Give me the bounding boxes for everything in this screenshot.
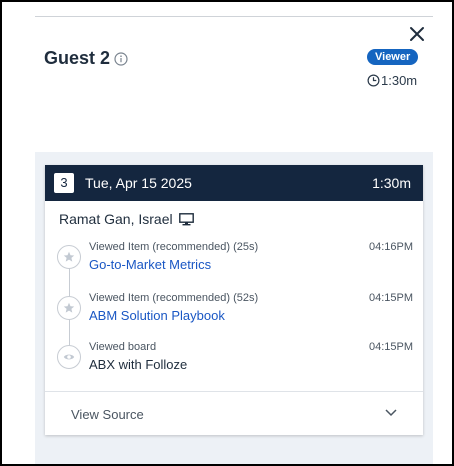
guest-name: Guest 2 xyxy=(44,48,111,68)
total-time: 1:30m xyxy=(367,73,417,88)
clock-icon xyxy=(367,74,380,87)
activity-type: Viewed Item (recommended) (25s) xyxy=(89,241,259,253)
activity-type: Viewed board xyxy=(89,341,157,353)
session-header: 3 Tue, Apr 15 2025 1:30m xyxy=(45,165,423,201)
desktop-icon xyxy=(178,212,194,225)
star-icon xyxy=(63,251,75,262)
activity-node xyxy=(57,245,81,269)
activity-item: Viewed Item (recommended) (52s) ABM Solu… xyxy=(57,292,413,332)
chevron-down-icon xyxy=(385,409,397,417)
location-text: Ramat Gan, Israel xyxy=(59,211,173,227)
role-badge: Viewer xyxy=(367,49,419,65)
view-source-toggle[interactable]: View Source xyxy=(45,392,423,435)
star-icon xyxy=(63,302,75,313)
session-card: 3 Tue, Apr 15 2025 1:30m Ramat Gan, Isra… xyxy=(45,165,423,435)
activity-title: ABX with Folloze xyxy=(89,357,188,372)
activity-node xyxy=(57,345,81,369)
activity-time: 04:15PM xyxy=(368,341,413,353)
total-time-value: 1:30m xyxy=(381,73,418,88)
eye-icon xyxy=(63,354,75,360)
session-number: 3 xyxy=(54,173,74,193)
activity-title-link[interactable]: Go-to-Market Metrics xyxy=(89,257,211,272)
activity-time: 04:16PM xyxy=(368,241,413,253)
top-divider xyxy=(35,16,433,17)
session-duration: 1:30m xyxy=(372,175,411,191)
activity-item: Viewed board ABX with Folloze 04:15PM xyxy=(57,341,413,381)
activity-node xyxy=(57,296,81,320)
close-icon xyxy=(410,27,424,41)
info-icon[interactable] xyxy=(114,52,128,66)
activity-time: 04:15PM xyxy=(368,292,413,304)
guest-detail-panel: Guest 2 Viewer 1:30m 3 Tue, Apr 15 2025 … xyxy=(0,0,454,466)
close-button[interactable] xyxy=(407,24,427,44)
session-date: Tue, Apr 15 2025 xyxy=(85,175,192,191)
activity-title-link[interactable]: ABM Solution Playbook xyxy=(89,308,225,323)
activity-type: Viewed Item (recommended) (52s) xyxy=(89,292,259,304)
session-location: Ramat Gan, Israel xyxy=(59,211,194,227)
activity-item: Viewed Item (recommended) (25s) Go-to-Ma… xyxy=(57,241,413,281)
view-source-label: View Source xyxy=(71,407,144,422)
